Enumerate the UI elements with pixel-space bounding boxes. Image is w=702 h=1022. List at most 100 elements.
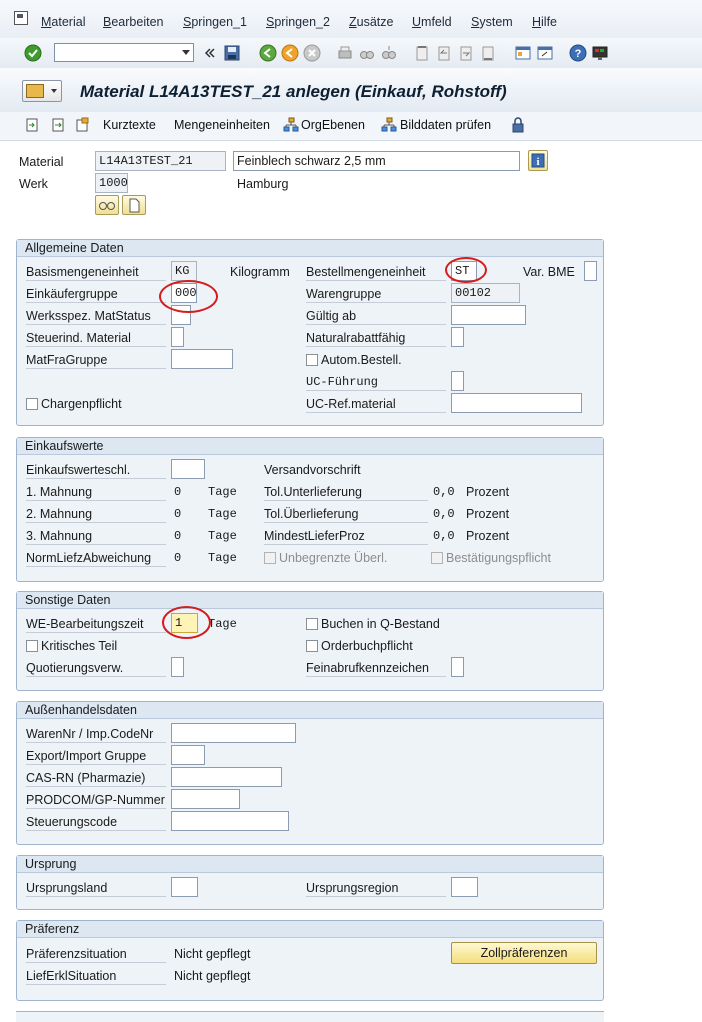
ursprungsregion-label: Ursprungsregion: [306, 881, 399, 895]
layout-icon[interactable]: [591, 44, 609, 62]
org-assign-button[interactable]: [95, 195, 119, 215]
material-description-field[interactable]: Feinblech schwarz 2,5 mm: [233, 151, 520, 171]
chevron-down-icon: [51, 89, 57, 93]
naturalrabattfaehig-field[interactable]: [451, 327, 464, 347]
info-button[interactable]: i: [528, 150, 548, 171]
bilddaten-pruefen-button[interactable]: Bilddaten prüfen: [400, 118, 491, 132]
additional-data-icon[interactable]: [24, 117, 40, 133]
shortcut-icon[interactable]: [536, 44, 554, 62]
kritisches-teil-label: Kritisches Teil: [41, 639, 118, 653]
einkaufswerteschl-field[interactable]: [171, 459, 205, 479]
enter-icon[interactable]: [24, 44, 42, 62]
bestaetigungspflicht-checkbox[interactable]: [431, 552, 443, 564]
steuerind-material-field[interactable]: [171, 327, 184, 347]
praeferenzsituation-value: Nicht gepflegt: [174, 947, 251, 961]
mahnung-3-unit: Tage: [208, 529, 237, 543]
kurztexte-button[interactable]: Kurztexte: [103, 118, 156, 132]
menu-springen-1[interactable]: Springen_1: [183, 15, 247, 29]
orgebenen-button[interactable]: OrgEbenen: [301, 118, 365, 132]
basismengeneinheit-field[interactable]: KG: [171, 261, 197, 281]
cas-rn-field[interactable]: [171, 767, 282, 787]
mahnung-1-value: 0: [174, 485, 182, 499]
help-icon[interactable]: ?: [569, 44, 587, 62]
warennr-label: WarenNr / Imp.CodeNr: [26, 727, 154, 741]
tol-unterlieferung-label: Tol.Unterlieferung: [264, 485, 362, 499]
next-page-icon[interactable]: [457, 44, 475, 62]
werk-field[interactable]: 1000: [95, 173, 128, 193]
unbegrenzte-ueberl-checkbox[interactable]: [264, 552, 276, 564]
mengeneinheiten-button[interactable]: Mengeneinheiten: [174, 118, 270, 132]
next-view-icon[interactable]: [50, 117, 66, 133]
naturalrabattfaehig-label: Naturalrabattfähig: [306, 331, 406, 345]
matfragruppe-label: MatFraGruppe: [26, 353, 108, 367]
create-session-icon[interactable]: [514, 44, 532, 62]
tol-ueberlieferung-unit: Prozent: [466, 507, 510, 521]
matfragruppe-field[interactable]: [171, 349, 233, 369]
mahnung-3-value: 0: [174, 529, 182, 543]
warennr-field[interactable]: [171, 723, 296, 743]
menu-system[interactable]: System: [471, 15, 513, 29]
exit-icon[interactable]: [281, 44, 299, 62]
document-button[interactable]: [122, 195, 146, 215]
menu-umfeld[interactable]: Umfeld: [412, 15, 452, 29]
find-icon[interactable]: [358, 44, 376, 62]
feinabrufkennzeichen-label: Feinabrufkennzeichen: [306, 661, 429, 675]
var-bme-field[interactable]: [584, 261, 597, 281]
menu-material[interactable]: Material: [41, 15, 85, 29]
werksspez-matstatus-label: Werksspez. MatStatus: [26, 309, 151, 323]
chevron-down-icon[interactable]: [182, 50, 190, 55]
cancel-icon[interactable]: [303, 44, 321, 62]
new-entries-icon[interactable]: [74, 117, 90, 133]
check-screen-data-icon[interactable]: [381, 117, 397, 133]
buchen-q-bestand-checkbox[interactable]: [306, 618, 318, 630]
warengruppe-field[interactable]: 00102: [451, 283, 520, 303]
group-title: Allgemeine Daten: [25, 241, 124, 255]
last-page-icon[interactable]: [479, 44, 497, 62]
gueltig-ab-field[interactable]: [451, 305, 526, 325]
standard-toolbar: ?: [0, 38, 702, 69]
zollpraeferenzen-button[interactable]: Zollpräferenzen: [451, 942, 597, 964]
annotation-circle-bestellmengeneinheit: [445, 257, 487, 283]
menu-bearbeiten[interactable]: Bearbeiten: [103, 15, 163, 29]
group-title: Sonstige Daten: [25, 593, 111, 607]
steuerungscode-field[interactable]: [171, 811, 289, 831]
svg-text:i: i: [536, 156, 539, 168]
mahnung-1-label: 1. Mahnung: [26, 485, 93, 499]
cas-rn-label: CAS-RN (Pharmazie): [26, 771, 146, 785]
uc-ref-material-field[interactable]: [451, 393, 582, 413]
prodcom-field[interactable]: [171, 789, 240, 809]
tol-unterlieferung-value: 0,0: [433, 485, 455, 499]
back-icon[interactable]: [259, 44, 277, 62]
ursprungsregion-field[interactable]: [451, 877, 478, 897]
print-icon[interactable]: [336, 44, 354, 62]
menu-hilfe[interactable]: Hilfe: [532, 15, 557, 29]
lock-icon[interactable]: [510, 117, 526, 133]
quotierungsverw-field[interactable]: [171, 657, 184, 677]
find-next-icon[interactable]: [380, 44, 398, 62]
group-title: Präferenz: [25, 922, 80, 936]
menu-springen-2[interactable]: Springen_2: [266, 15, 330, 29]
prev-page-icon[interactable]: [435, 44, 453, 62]
lieferklsituation-label: LiefErklSituation: [26, 969, 117, 983]
system-menu-icon[interactable]: [14, 11, 28, 25]
warengruppe-label: Warengruppe: [306, 287, 382, 301]
material-field[interactable]: L14A13TEST_21: [95, 151, 226, 171]
kritisches-teil-checkbox[interactable]: [26, 640, 38, 652]
group-title: Einkaufswerte: [25, 439, 104, 453]
uc-fuehrung-field[interactable]: [451, 371, 464, 391]
autom-bestell-checkbox[interactable]: [306, 354, 318, 366]
org-levels-icon[interactable]: [283, 117, 299, 133]
screen-variant-button[interactable]: [22, 80, 62, 102]
command-field[interactable]: [54, 43, 194, 62]
menu-zusaetze[interactable]: Zusätze: [349, 15, 393, 29]
feinabrufkennzeichen-field[interactable]: [451, 657, 464, 677]
tol-ueberlieferung-value: 0,0: [433, 507, 455, 521]
orderbuchpflicht-checkbox[interactable]: [306, 640, 318, 652]
collapse-arrows-icon[interactable]: [201, 44, 219, 62]
orderbuchpflicht-label: Orderbuchpflicht: [321, 639, 413, 653]
ursprungsland-field[interactable]: [171, 877, 198, 897]
first-page-icon[interactable]: [413, 44, 431, 62]
chargenpflicht-checkbox[interactable]: [26, 398, 38, 410]
save-icon[interactable]: [223, 44, 241, 62]
export-import-gruppe-field[interactable]: [171, 745, 205, 765]
